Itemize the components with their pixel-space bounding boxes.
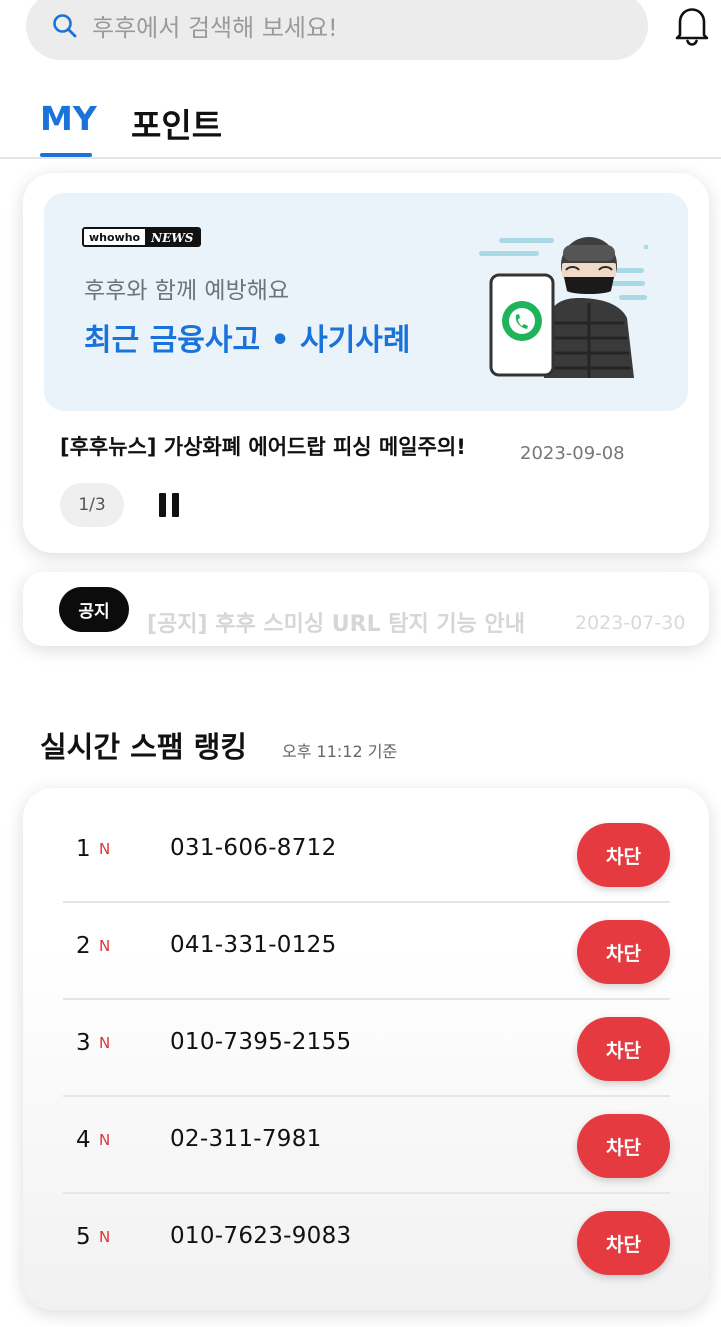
- spam-ranking-title: 실시간 스팸 랭킹: [40, 730, 247, 764]
- rank-phone-number[interactable]: 010-7395-2155: [170, 1029, 351, 1055]
- rank-phone-number[interactable]: 031-606-8712: [170, 835, 337, 861]
- search-placeholder: 후후에서 검색해 보세요!: [92, 13, 338, 42]
- pause-bar-left: [159, 493, 166, 517]
- tab-my[interactable]: MY: [40, 99, 97, 138]
- block-button[interactable]: 차단: [577, 823, 670, 887]
- news-headline[interactable]: [후후뉴스] 가상화폐 에어드랍 피싱 메일주의!: [60, 431, 466, 461]
- rank-number: 5: [76, 1224, 91, 1250]
- pause-icon[interactable]: [159, 493, 181, 517]
- rank-row[interactable]: 4 N 02-311-7981 차단: [63, 1097, 670, 1194]
- spam-ranking-card: 1 N 031-606-8712 차단 2 N 041-331-0125 차단 …: [23, 788, 709, 1310]
- rank-number: 4: [76, 1127, 91, 1153]
- new-badge: N: [99, 1034, 111, 1052]
- tab-bar: MY 포인트: [0, 95, 721, 159]
- rank-number: 2: [76, 933, 91, 959]
- pause-bar-right: [172, 493, 179, 517]
- news-logo-right: NEWS: [145, 229, 200, 245]
- rank-phone-number[interactable]: 02-311-7981: [170, 1126, 322, 1152]
- banner-title: 최근 금융사고 • 사기사례: [84, 323, 411, 358]
- news-card[interactable]: whowho NEWS 후후와 함께 예방해요 최근 금융사고 • 사기사례 […: [23, 173, 709, 553]
- tab-active-indicator: [40, 153, 92, 157]
- search-bar[interactable]: 후후에서 검색해 보세요!: [26, 0, 648, 60]
- block-button[interactable]: 차단: [577, 920, 670, 984]
- news-banner[interactable]: whowho NEWS 후후와 함께 예방해요 최근 금융사고 • 사기사례: [44, 193, 688, 411]
- notice-card[interactable]: 공지 [공지] 후후 스미싱 URL 탐지 기능 안내 2023-07-30: [23, 572, 709, 646]
- rank-row[interactable]: 5 N 010-7623-9083 차단: [63, 1194, 670, 1291]
- rank-phone-number[interactable]: 041-331-0125: [170, 932, 337, 958]
- rank-number: 3: [76, 1030, 91, 1056]
- block-button[interactable]: 차단: [577, 1211, 670, 1275]
- notice-badge: 공지: [59, 587, 129, 632]
- rank-row[interactable]: 2 N 041-331-0125 차단: [63, 903, 670, 1000]
- new-badge: N: [99, 840, 111, 858]
- search-icon: [52, 11, 82, 41]
- rank-row[interactable]: 3 N 010-7395-2155 차단: [63, 1000, 670, 1097]
- block-button[interactable]: 차단: [577, 1114, 670, 1178]
- rank-number: 1: [76, 836, 91, 862]
- block-button[interactable]: 차단: [577, 1017, 670, 1081]
- new-badge: N: [99, 1228, 111, 1246]
- tab-point[interactable]: 포인트: [131, 99, 222, 147]
- news-logo: whowho NEWS: [82, 227, 202, 247]
- notice-date: 2023-07-30: [575, 612, 686, 634]
- new-badge: N: [99, 937, 111, 955]
- rank-row[interactable]: 1 N 031-606-8712 차단: [63, 806, 670, 903]
- spam-ranking-time: 오후 11:12 기준: [282, 742, 398, 761]
- news-pager: 1/3: [60, 483, 124, 527]
- news-logo-left: whowho: [84, 229, 146, 245]
- rank-phone-number[interactable]: 010-7623-9083: [170, 1223, 351, 1249]
- scammer-illustration: [479, 237, 648, 378]
- banner-subtitle: 후후와 함께 예방해요: [84, 278, 290, 304]
- notice-text[interactable]: [공지] 후후 스미싱 URL 탐지 기능 안내: [147, 606, 525, 638]
- new-badge: N: [99, 1131, 111, 1149]
- news-date: 2023-09-08: [520, 443, 625, 464]
- bell-icon[interactable]: [672, 4, 712, 46]
